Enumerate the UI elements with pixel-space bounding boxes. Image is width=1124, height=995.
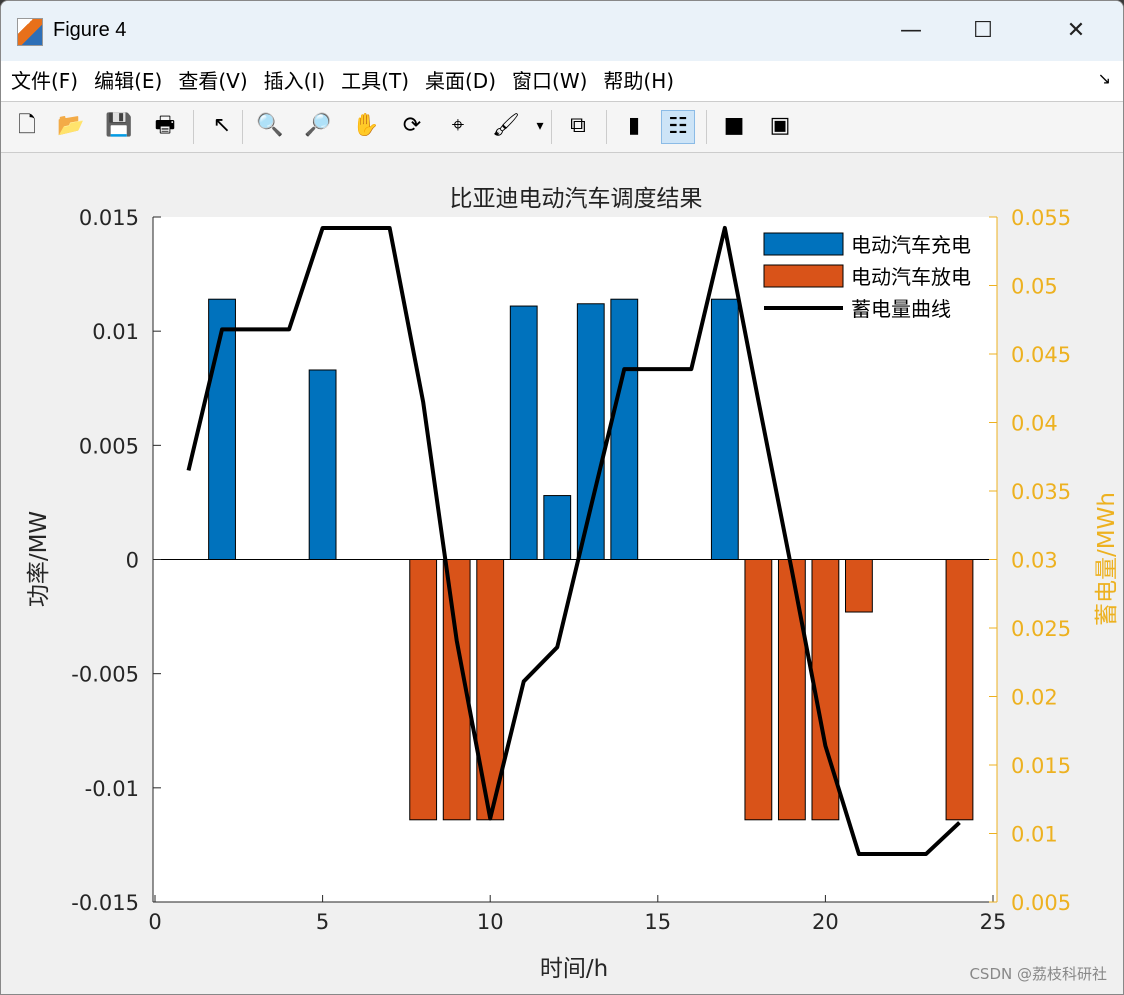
y-right-tick-label: 0.05 bbox=[1011, 275, 1058, 299]
y-tick-label: -0.005 bbox=[71, 663, 139, 687]
menu-expand-icon[interactable]: ↘ bbox=[1098, 69, 1111, 88]
x-tick-label: 20 bbox=[812, 910, 839, 934]
menu-item-2[interactable]: 查看(V) bbox=[172, 61, 253, 101]
minimize-button[interactable]: — bbox=[891, 13, 931, 49]
toolbar-separator bbox=[551, 110, 552, 144]
x-tick-label: 0 bbox=[148, 910, 161, 934]
y-tick-label: 0.01 bbox=[92, 320, 139, 344]
bar-discharge bbox=[777, 559, 806, 821]
y-tick-label: -0.015 bbox=[71, 891, 139, 915]
y-right-tick-label: 0.035 bbox=[1011, 480, 1071, 504]
show-plot-tools-icon[interactable]: ▣ bbox=[764, 110, 796, 142]
legend-swatch bbox=[763, 264, 844, 288]
menu-item-0[interactable]: 文件(F) bbox=[5, 61, 84, 101]
legend-swatch bbox=[763, 232, 844, 256]
colorbar-icon[interactable]: ▮ bbox=[618, 110, 650, 142]
bar-charge bbox=[543, 495, 572, 561]
menu-item-3[interactable]: 插入(I) bbox=[258, 61, 332, 101]
chart: 比亚迪电动汽车调度结果 0 5 10 15 20 25 -0.015 -0.01 -0.005 0 0… bbox=[26, 186, 1120, 982]
title-bar: Figure 4 — ☐ ✕ bbox=[1, 1, 1123, 61]
legend-label: 蓄电量曲线 bbox=[851, 297, 951, 321]
y-right-tick-label: 0.01 bbox=[1011, 823, 1058, 847]
new-figure-icon[interactable]: 🗋 bbox=[11, 110, 43, 142]
y-right-tick-label: 0.025 bbox=[1011, 617, 1071, 641]
legend-label: 电动汽车放电 bbox=[851, 265, 971, 289]
y-axis-label: 功率/MW bbox=[26, 511, 52, 607]
bar-charge bbox=[308, 369, 337, 560]
menu-bar: ↘ 文件(F) 编辑(E) 查看(V) 插入(I) 工具(T) 桌面(D) 窗口(W) 帮助(… bbox=[1, 61, 1123, 102]
y-right-tick-label: 0.005 bbox=[1011, 891, 1071, 915]
legend-icon[interactable]: ☷ bbox=[661, 110, 695, 144]
menu-item-1[interactable]: 编辑(E) bbox=[88, 61, 168, 101]
x-axis-label: 时间/h bbox=[540, 956, 608, 982]
y-right-tick-label: 0.045 bbox=[1011, 343, 1071, 367]
close-button[interactable]: ✕ bbox=[1056, 13, 1096, 49]
menu-item-7[interactable]: 帮助(H) bbox=[597, 61, 680, 101]
data-cursor-icon[interactable]: ⌖ bbox=[442, 110, 474, 142]
y-right-tick-label: 0.055 bbox=[1011, 206, 1071, 230]
y-tick-label: 0.005 bbox=[79, 434, 139, 458]
y-tick-label: 0 bbox=[126, 549, 139, 573]
toolbar-separator bbox=[193, 110, 194, 144]
bar-discharge bbox=[744, 559, 773, 821]
toolbar: 🗋 📂 💾 🖶 ↖ 🔍 🔎 ✋ ⟳ ⌖ 🖌 ▾ ⧉ ▮ ☷ ■ ▣ bbox=[1, 102, 1123, 153]
watermark: CSDN @荔枝科研社 bbox=[969, 965, 1107, 983]
toolbar-separator bbox=[706, 110, 707, 144]
y-tick-label: -0.01 bbox=[85, 777, 139, 801]
menu-item-6[interactable]: 窗口(W) bbox=[506, 61, 593, 101]
y-right-tick-label: 0.03 bbox=[1011, 549, 1058, 573]
link-plot-icon[interactable]: ⧉ bbox=[562, 110, 594, 142]
hide-plot-tools-icon[interactable]: ■ bbox=[718, 110, 750, 142]
figure-window: Figure 4 — ☐ ✕ ↘ 文件(F) 编辑(E) 查看(V) 插入(I) 工具(… bbox=[0, 0, 1124, 995]
y-right-tick-label: 0.02 bbox=[1011, 686, 1058, 710]
window-title: Figure 4 bbox=[53, 19, 127, 41]
save-icon[interactable]: 💾 bbox=[103, 110, 135, 142]
y-right-tick-label: 0.04 bbox=[1011, 412, 1058, 436]
print-icon[interactable]: 🖶 bbox=[149, 110, 181, 142]
toolbar-separator bbox=[242, 110, 243, 144]
chart-title: 比亚迪电动汽车调度结果 bbox=[450, 186, 703, 212]
matlab-logo-icon bbox=[17, 18, 43, 46]
bar-discharge bbox=[945, 559, 974, 821]
y-right-tick-label: 0.015 bbox=[1011, 754, 1071, 778]
bar-discharge bbox=[409, 559, 438, 821]
bar-charge bbox=[208, 298, 236, 560]
bar-charge bbox=[710, 298, 739, 560]
y-right-axis-label: 蓄电量/MWh bbox=[1094, 492, 1120, 626]
bar-charge bbox=[576, 303, 605, 560]
bar-charge bbox=[610, 298, 639, 560]
open-file-icon[interactable]: 📂 bbox=[55, 110, 87, 142]
maximize-button[interactable]: ☐ bbox=[963, 13, 1003, 49]
x-tick-label: 10 bbox=[477, 910, 504, 934]
zoom-out-icon[interactable]: 🔎 bbox=[302, 110, 334, 142]
bar-charge bbox=[509, 305, 538, 560]
x-tick-label: 15 bbox=[644, 910, 671, 934]
pan-hand-icon[interactable]: ✋ bbox=[350, 110, 382, 142]
rotate-3d-icon[interactable]: ⟳ bbox=[396, 110, 428, 142]
x-tick-label: 5 bbox=[316, 910, 329, 934]
pointer-icon[interactable]: ↖ bbox=[206, 110, 238, 142]
x-tick-label: 25 bbox=[980, 910, 1007, 934]
y-tick-label: 0.015 bbox=[79, 206, 139, 230]
menu-item-4[interactable]: 工具(T) bbox=[335, 61, 415, 101]
bar-discharge bbox=[845, 559, 873, 613]
legend-label: 电动汽车充电 bbox=[851, 233, 971, 257]
toolbar-separator bbox=[606, 110, 607, 144]
menu-item-5[interactable]: 桌面(D) bbox=[419, 61, 502, 101]
brush-dropdown-icon[interactable]: ▾ bbox=[533, 110, 547, 142]
brush-icon[interactable]: 🖌 bbox=[490, 110, 522, 142]
zoom-in-icon[interactable]: 🔍 bbox=[254, 110, 286, 142]
